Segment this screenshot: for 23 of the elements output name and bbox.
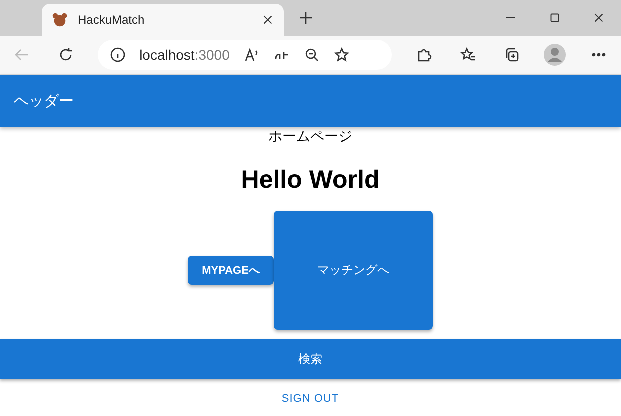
zoom-out-icon[interactable] bbox=[304, 47, 320, 63]
puzzle-icon[interactable] bbox=[416, 47, 432, 63]
info-icon[interactable] bbox=[110, 47, 126, 63]
read-aloud-icon[interactable] bbox=[244, 47, 260, 63]
bear-icon[interactable] bbox=[52, 12, 68, 28]
refresh-icon[interactable] bbox=[58, 47, 74, 63]
plus-icon[interactable] bbox=[298, 10, 314, 26]
close-icon[interactable] bbox=[593, 12, 605, 24]
address-bar[interactable]: localhost:3000 bbox=[98, 40, 392, 70]
collections-icon[interactable] bbox=[504, 47, 520, 63]
header-title: ヘッダー bbox=[14, 92, 74, 110]
mypage-button[interactable]: MYPAGEへ bbox=[188, 256, 274, 285]
search-button[interactable]: 検索 bbox=[0, 339, 621, 379]
sign-out-button[interactable]: SIGN OUT bbox=[276, 392, 346, 406]
page-heading: Hello World bbox=[240, 166, 381, 195]
avatar-icon[interactable] bbox=[544, 44, 566, 66]
close-icon[interactable] bbox=[262, 14, 274, 26]
browser-tab[interactable]: HackuMatch bbox=[42, 4, 284, 36]
maximize-icon[interactable] bbox=[549, 12, 561, 24]
url-text: localhost:3000 bbox=[140, 47, 230, 63]
matching-button[interactable]: マッチングへ bbox=[274, 211, 433, 330]
page-caption: ホームページ bbox=[268, 128, 354, 146]
favorites-icon[interactable] bbox=[460, 47, 476, 63]
